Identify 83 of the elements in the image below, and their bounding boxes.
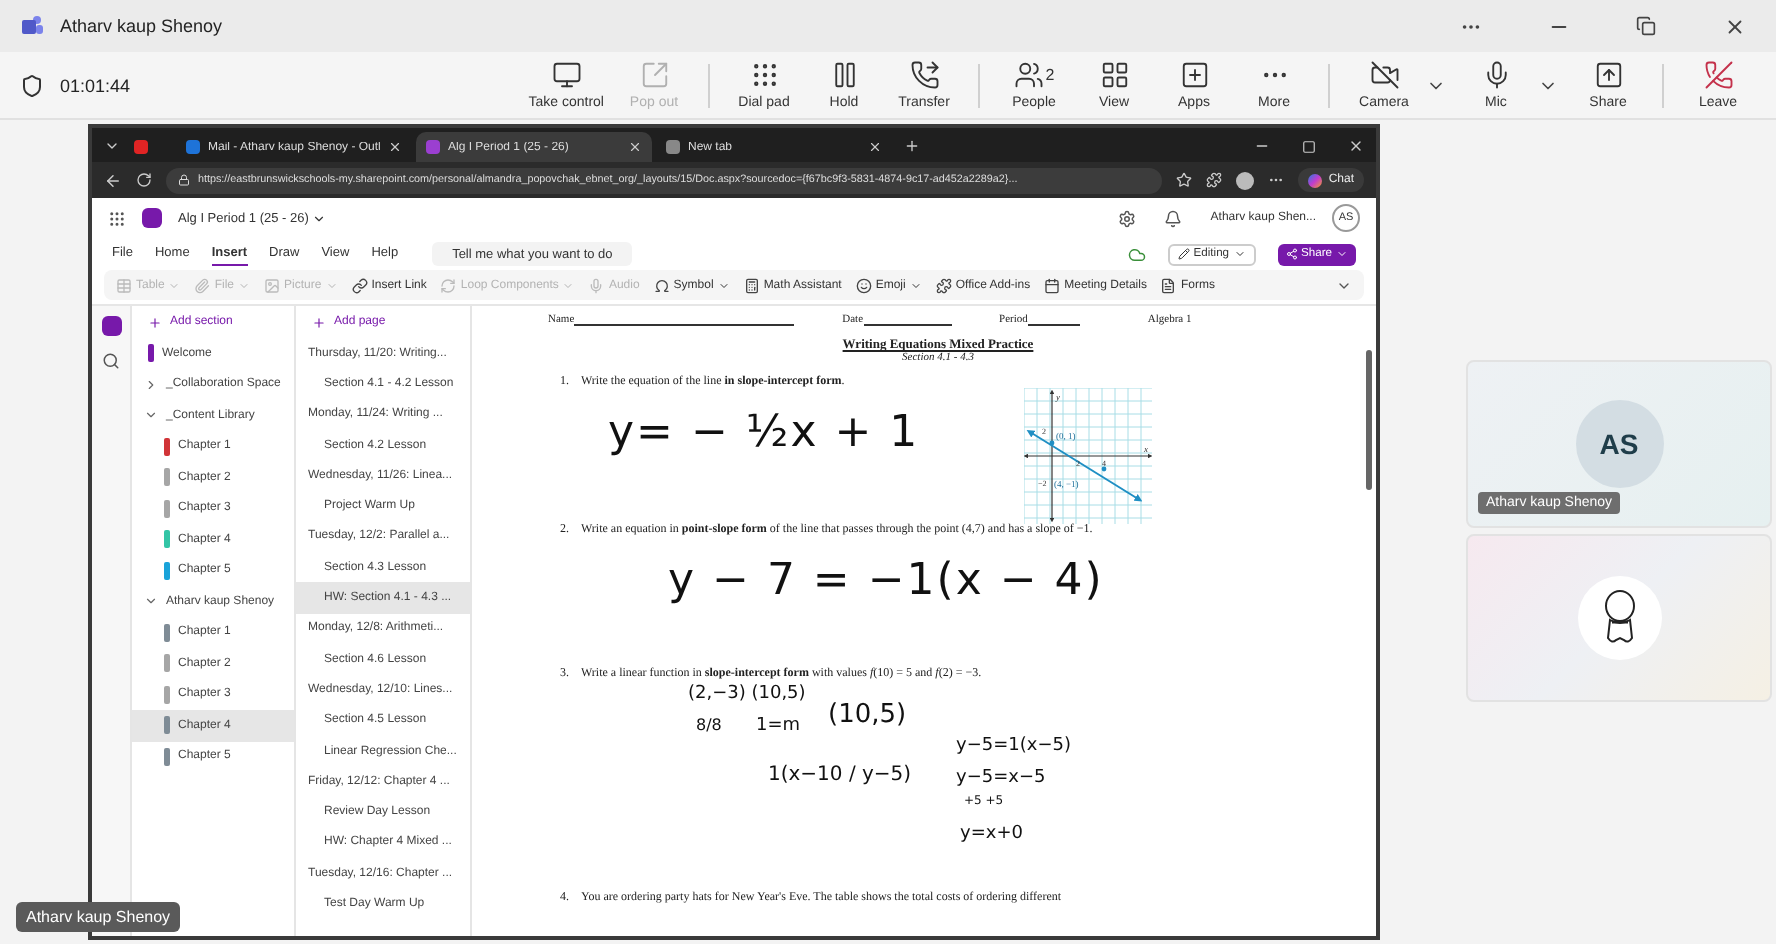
teams-logo-icon (20, 14, 44, 38)
tab-list-icon[interactable] (104, 138, 120, 154)
dialpad-icon (749, 60, 779, 90)
caret-icon (1336, 248, 1348, 260)
participant-count: 2 (1045, 66, 1055, 84)
handwritten-work: 8/8 (696, 716, 722, 734)
paperclip-icon (194, 277, 211, 293)
phone-forward-icon (909, 60, 939, 90)
call-timer: 01:01:44 (60, 75, 131, 95)
back-icon[interactable] (104, 171, 122, 189)
extensions-icon[interactable] (1206, 172, 1223, 188)
handwritten-answer: y= − ½x + 1 (608, 408, 920, 458)
monitor-icon (551, 60, 582, 90)
app-launcher-icon[interactable] (108, 209, 126, 227)
caret-icon (1233, 248, 1246, 260)
coordinate-grid-drawing (1024, 388, 1153, 525)
loop-icon (440, 277, 457, 293)
picture-icon (264, 277, 281, 293)
handwritten-work: 1=m (756, 716, 801, 736)
mic-icon (1481, 60, 1511, 90)
scrollbar[interactable] (1365, 350, 1371, 490)
calendar-icon (1044, 277, 1061, 293)
star-icon[interactable] (1176, 172, 1193, 188)
handwritten-answer: y − 7 = −1(x − 4) (668, 556, 1104, 606)
profile-avatar[interactable] (1236, 171, 1255, 189)
caret-icon (562, 279, 575, 291)
handwritten-work: y−5=x−5 (956, 768, 1046, 788)
handwritten-work: y−5=1(x−5) (956, 736, 1071, 756)
caret-icon (168, 279, 181, 291)
caret-icon (312, 211, 327, 225)
lock-icon (178, 174, 190, 186)
bell-icon[interactable] (1164, 209, 1183, 227)
forms-icon (1160, 277, 1177, 293)
table-icon (116, 277, 132, 293)
reload-icon[interactable] (136, 172, 152, 188)
pencil-icon (1177, 248, 1190, 260)
onenote-logo-icon (142, 208, 162, 228)
caret-icon (717, 279, 730, 291)
plus-icon (312, 315, 326, 329)
grid-icon (1099, 60, 1129, 90)
caret-icon (238, 279, 251, 291)
restore-icon[interactable] (1632, 12, 1660, 40)
handwritten-work: (10,5) (828, 700, 907, 730)
sync-icon (1127, 245, 1146, 263)
caret-icon (909, 279, 922, 291)
puzzle-icon (935, 277, 952, 293)
handwritten-work: 1(x−10 / y−5) (768, 764, 912, 786)
mic-icon (588, 277, 605, 293)
popout-icon (639, 60, 669, 90)
plus-square-icon (1179, 60, 1209, 90)
favicon-icon (426, 140, 440, 154)
settings-icon[interactable] (1118, 209, 1137, 227)
close-icon[interactable] (1348, 138, 1364, 154)
window-title: Atharv kaup Shenoy (60, 16, 223, 36)
share-icon (1593, 60, 1623, 90)
people-icon (1013, 60, 1044, 90)
caret-icon (325, 279, 338, 291)
favicon-icon (666, 140, 680, 154)
cartoon-avatar-drawing (1577, 576, 1661, 660)
link-icon (351, 277, 368, 293)
camera-off-icon (1369, 60, 1399, 90)
close-icon[interactable] (628, 140, 642, 154)
handwritten-work: (2,−3) (10,5) (688, 684, 806, 704)
favicon-icon (134, 140, 148, 154)
copilot-icon (1308, 173, 1323, 187)
restore-icon[interactable] (1302, 140, 1316, 154)
shield-icon (20, 73, 44, 97)
favicon-icon (186, 140, 200, 154)
calculator-icon (743, 277, 760, 293)
pause-icon (829, 60, 859, 90)
new-tab-icon[interactable] (904, 138, 920, 154)
onenote-logo-icon (101, 316, 121, 336)
omega-icon (653, 277, 670, 293)
handwritten-work: y=x+0 (960, 824, 1023, 844)
share-icon (1285, 248, 1298, 260)
close-icon[interactable] (868, 140, 882, 154)
close-icon[interactable] (388, 140, 402, 154)
hang-up-icon (1703, 60, 1733, 90)
presenter-name-label: Atharv kaup Shenoy (16, 902, 181, 932)
smiley-icon (855, 277, 872, 293)
search-icon[interactable] (102, 352, 120, 370)
avatar-initials: AS (1575, 400, 1663, 488)
plus-icon (148, 315, 162, 329)
